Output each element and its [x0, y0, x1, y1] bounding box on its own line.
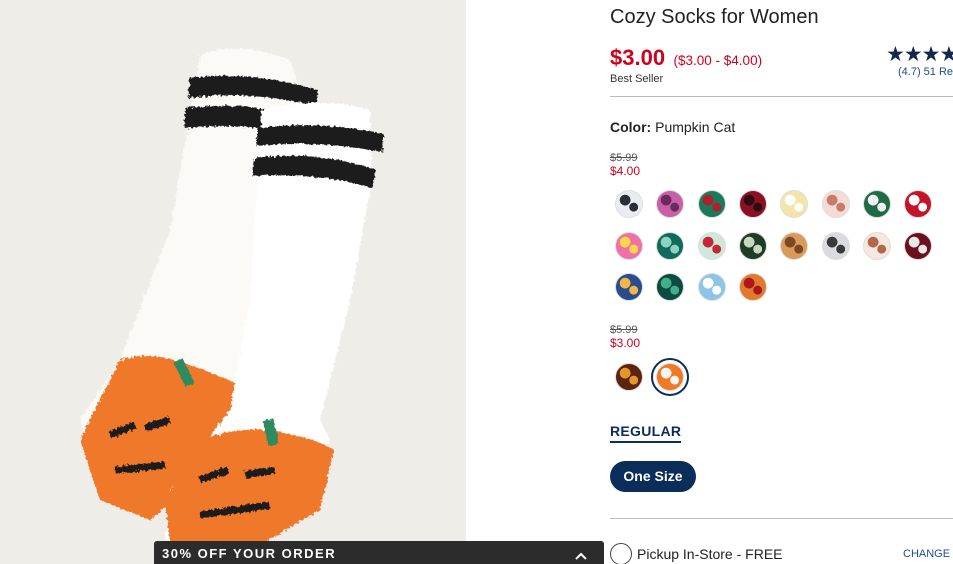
chevron-up-icon[interactable]	[574, 551, 588, 561]
color-swatch-cream-pattern[interactable]	[862, 231, 891, 260]
current-price: $3.00	[610, 45, 666, 70]
price-range: ($3.00 - $4.00)	[673, 53, 763, 68]
divider	[610, 518, 953, 519]
color-swatch-blue-cat[interactable]	[615, 273, 643, 301]
product-title: Cozy Socks for Women	[610, 6, 819, 28]
color-swatch-green-plaid-gift[interactable]	[697, 190, 726, 218]
promo-text: 30% OFF YOUR ORDER	[162, 546, 337, 561]
color-value: Pumpkin Cat	[655, 119, 736, 135]
change-store-link[interactable]: CHANGE S	[903, 548, 953, 560]
color-selection: Color: Pumpkin Cat	[610, 119, 735, 135]
product-image[interactable]	[0, 0, 466, 564]
color-swatch-red-dots[interactable]	[904, 190, 933, 218]
color-swatch-red-plaid[interactable]	[738, 190, 767, 218]
color-swatch-autumn-leaves[interactable]	[615, 363, 643, 391]
price-row: $3.00 ($3.00 - $4.00)	[610, 45, 762, 71]
color-swatch-pink-letters[interactable]	[615, 231, 643, 260]
color-swatch-light-blue[interactable]	[697, 273, 726, 301]
color-swatch-green-gingerbread[interactable]	[862, 190, 891, 218]
pickup-radio[interactable]	[610, 543, 632, 564]
divider	[610, 96, 953, 97]
promo-bar[interactable]: 30% OFF YOUR ORDER	[154, 541, 604, 564]
price-group-2: $5.99 $3.00	[610, 324, 640, 350]
color-swatch-gray-dog[interactable]	[821, 231, 850, 260]
color-swatch-dark-green-tree[interactable]	[738, 231, 767, 260]
color-swatch-cookie[interactable]	[780, 231, 809, 260]
star-icons: ★★★★	[886, 44, 953, 66]
color-swatch-teal-leopard[interactable]	[656, 273, 685, 301]
size-one-size-button[interactable]: One Size	[610, 461, 696, 492]
color-swatch-pink-animals[interactable]	[821, 190, 850, 218]
color-swatch-pumpkin-cat[interactable]	[656, 363, 685, 391]
color-swatch-polar-bear[interactable]	[780, 190, 809, 218]
color-swatch-snowman[interactable]	[697, 231, 726, 260]
price-group-1: $5.99 $4.00	[610, 152, 640, 178]
new-price: $3.00	[610, 336, 641, 350]
color-swatch-burgundy-stripe[interactable]	[904, 231, 933, 260]
color-swatch-flamingo[interactable]	[656, 190, 685, 218]
selected-swatch[interactable]	[651, 358, 690, 396]
color-swatch-pizza[interactable]	[738, 273, 767, 301]
tab-regular[interactable]: REGULAR	[610, 423, 682, 443]
new-price: $4.00	[610, 164, 641, 178]
color-swatch-green-cactus[interactable]	[656, 231, 685, 260]
pickup-label: Pickup In-Store - FREE	[637, 546, 783, 562]
rating-stars[interactable]: ★★★★	[886, 44, 953, 66]
color-label: Color:	[610, 119, 652, 135]
color-swatch-penguin[interactable]	[615, 190, 643, 218]
reviews-link[interactable]: (4.7) 51 Re	[898, 66, 953, 78]
socks-illustration	[80, 48, 384, 545]
best-seller-badge: Best Seller	[610, 73, 664, 85]
